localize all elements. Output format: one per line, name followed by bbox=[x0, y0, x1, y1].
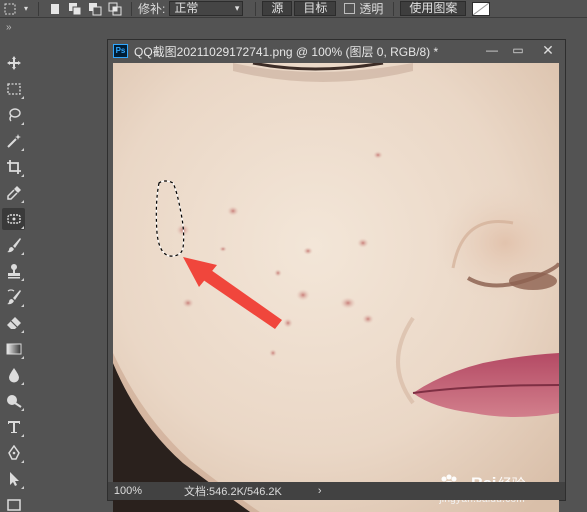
history-brush-tool[interactable] bbox=[2, 286, 25, 308]
magic-wand-icon bbox=[6, 134, 21, 148]
document-title: QQ截图20211029172741.png @ 100% (图层 0, RGB… bbox=[134, 44, 439, 59]
patch-tool-preset-icon[interactable] bbox=[0, 1, 20, 17]
crop-icon bbox=[6, 160, 21, 174]
document-window: Ps QQ截图20211029172741.png @ 100% (图层 0, … bbox=[107, 39, 566, 512]
history-brush-icon bbox=[6, 289, 21, 305]
divider bbox=[393, 1, 395, 16]
eraser-tool[interactable] bbox=[2, 312, 25, 334]
preset-dropdown-icon[interactable]: ▾ bbox=[20, 1, 32, 17]
document-size-info: 文档:546.2K/546.2K bbox=[184, 486, 282, 498]
close-button[interactable]: ✕ bbox=[531, 40, 565, 60]
zoom-level[interactable]: 100% bbox=[108, 485, 148, 497]
patch-tool[interactable] bbox=[2, 208, 25, 230]
status-bar: 100% 文档:546.2K/546.2K › bbox=[108, 482, 565, 500]
rectangle-icon bbox=[6, 499, 21, 511]
divider bbox=[255, 1, 257, 16]
rect-marquee-icon bbox=[6, 83, 21, 95]
pen-tool[interactable] bbox=[2, 442, 25, 464]
brush-tool[interactable] bbox=[2, 234, 25, 256]
target-button[interactable]: 目标 bbox=[294, 1, 337, 16]
new-selection-icon[interactable] bbox=[45, 1, 65, 17]
arrow-cursor-icon bbox=[9, 472, 19, 486]
photoshop-logo-icon: Ps bbox=[113, 44, 128, 58]
move-icon bbox=[6, 56, 21, 70]
toolbar-collapse-icon[interactable]: » bbox=[6, 22, 12, 33]
rectangle-tool[interactable] bbox=[2, 494, 25, 512]
window-controls: — ▭ ✕ bbox=[479, 40, 565, 62]
path-select-tool[interactable] bbox=[2, 468, 25, 490]
status-menu-arrow-icon[interactable]: › bbox=[318, 485, 322, 497]
image-canvas[interactable]: Bai 经验 jingyan.baidu.com bbox=[113, 63, 559, 512]
eyedropper-tool[interactable] bbox=[2, 182, 25, 204]
stamp-icon bbox=[7, 264, 20, 279]
dodge-tool[interactable] bbox=[2, 390, 25, 412]
subtract-selection-icon[interactable] bbox=[85, 1, 105, 17]
patch-mode-value: 正常 bbox=[174, 1, 199, 15]
intersect-selection-icon[interactable] bbox=[105, 1, 125, 17]
patch-icon bbox=[6, 214, 21, 224]
pattern-swatch-icon[interactable] bbox=[472, 1, 491, 16]
type-icon bbox=[7, 421, 20, 433]
dodge-icon bbox=[6, 395, 22, 408]
gradient-tool[interactable] bbox=[2, 338, 25, 360]
transparent-label: 透明 bbox=[359, 2, 384, 16]
options-bar: ▾ 修补: 正常 ▾ 源 目标 透明 使用图案 bbox=[0, 0, 587, 18]
divider bbox=[131, 1, 132, 16]
add-selection-icon[interactable] bbox=[65, 1, 85, 17]
lasso-icon bbox=[8, 108, 21, 122]
minimize-button[interactable]: — bbox=[479, 40, 505, 60]
chevron-down-icon: ▾ bbox=[234, 3, 240, 13]
transparent-checkbox[interactable] bbox=[344, 3, 356, 14]
brush-icon bbox=[6, 238, 21, 253]
lasso-tool[interactable] bbox=[2, 104, 25, 126]
magic-wand-tool[interactable] bbox=[2, 130, 25, 152]
eraser-icon bbox=[6, 317, 21, 329]
blur-tool[interactable] bbox=[2, 364, 25, 386]
gradient-icon bbox=[6, 343, 21, 355]
marquee-tool[interactable] bbox=[2, 78, 25, 100]
face-photo bbox=[113, 63, 559, 512]
patch-mode-select[interactable]: 正常 ▾ bbox=[169, 1, 244, 16]
maximize-button[interactable]: ▭ bbox=[505, 40, 531, 60]
drop-icon bbox=[8, 368, 19, 383]
use-pattern-button[interactable]: 使用图案 bbox=[400, 1, 467, 16]
tools-panel bbox=[0, 44, 27, 512]
document-title-bar[interactable]: Ps QQ截图20211029172741.png @ 100% (图层 0, … bbox=[108, 40, 565, 62]
move-tool[interactable] bbox=[2, 52, 25, 74]
eyedropper-icon bbox=[6, 186, 21, 200]
pen-icon bbox=[7, 445, 20, 460]
patch-mode-label: 修补: bbox=[138, 2, 166, 16]
divider bbox=[38, 1, 39, 16]
type-tool[interactable] bbox=[2, 416, 25, 438]
stamp-tool[interactable] bbox=[2, 260, 25, 282]
crop-tool[interactable] bbox=[2, 156, 25, 178]
source-button[interactable]: 源 bbox=[262, 1, 293, 16]
